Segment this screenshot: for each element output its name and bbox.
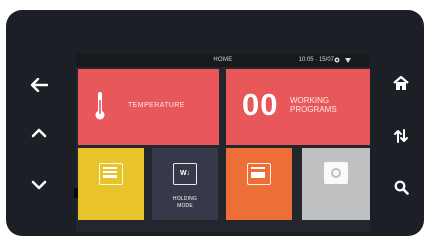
temperature-tile[interactable]: TEMPERATURE bbox=[78, 69, 219, 145]
working-programs-tile[interactable]: 00 WORKING PROGRAMS bbox=[226, 69, 370, 145]
holding-mode-label: HOLDING MODE bbox=[172, 196, 198, 209]
chevron-down-icon bbox=[31, 180, 47, 190]
holding-mode-tile[interactable]: W↓ HOLDING MODE bbox=[152, 148, 218, 220]
status-icons bbox=[333, 56, 352, 64]
status-time: 10:05 · 15/07 bbox=[298, 57, 334, 63]
back-arrow-icon bbox=[30, 78, 48, 92]
working-programs-line2: PROGRAMS bbox=[290, 105, 337, 114]
tile-yellow-icon bbox=[99, 163, 123, 185]
tile-gray[interactable] bbox=[302, 148, 370, 220]
chevron-up-icon bbox=[31, 128, 47, 138]
tile-yellow[interactable] bbox=[78, 148, 144, 220]
switch-button[interactable] bbox=[386, 121, 416, 151]
working-programs-label: WORKING PROGRAMS bbox=[290, 96, 360, 114]
home-button[interactable] bbox=[386, 68, 416, 98]
status-bar: HOME 10:05 · 15/07 bbox=[76, 54, 370, 67]
device-bezel: HOME 10:05 · 15/07 TEMPERATURE 00 WORKIN… bbox=[6, 10, 424, 236]
page-indicator bbox=[74, 188, 78, 198]
swap-arrows-icon bbox=[394, 129, 408, 143]
wifi-icon bbox=[345, 58, 351, 63]
tile-orange[interactable] bbox=[226, 148, 292, 220]
settings-icon bbox=[334, 57, 340, 63]
working-programs-line1: WORKING bbox=[290, 96, 330, 105]
tile-orange-icon bbox=[247, 163, 271, 185]
search-button[interactable] bbox=[386, 172, 416, 202]
scroll-down-button[interactable] bbox=[24, 170, 54, 200]
home-icon bbox=[393, 75, 409, 90]
temperature-label: TEMPERATURE bbox=[128, 102, 185, 109]
main-screen: HOME 10:05 · 15/07 TEMPERATURE 00 WORKIN… bbox=[76, 54, 370, 232]
tile-gray-icon bbox=[324, 162, 348, 184]
working-programs-count: 00 bbox=[242, 87, 279, 122]
holding-mode-icon: W↓ bbox=[173, 163, 197, 185]
scroll-up-button[interactable] bbox=[24, 118, 54, 148]
back-button[interactable] bbox=[24, 70, 54, 100]
thermometer-icon bbox=[95, 92, 105, 120]
search-icon bbox=[394, 180, 409, 195]
